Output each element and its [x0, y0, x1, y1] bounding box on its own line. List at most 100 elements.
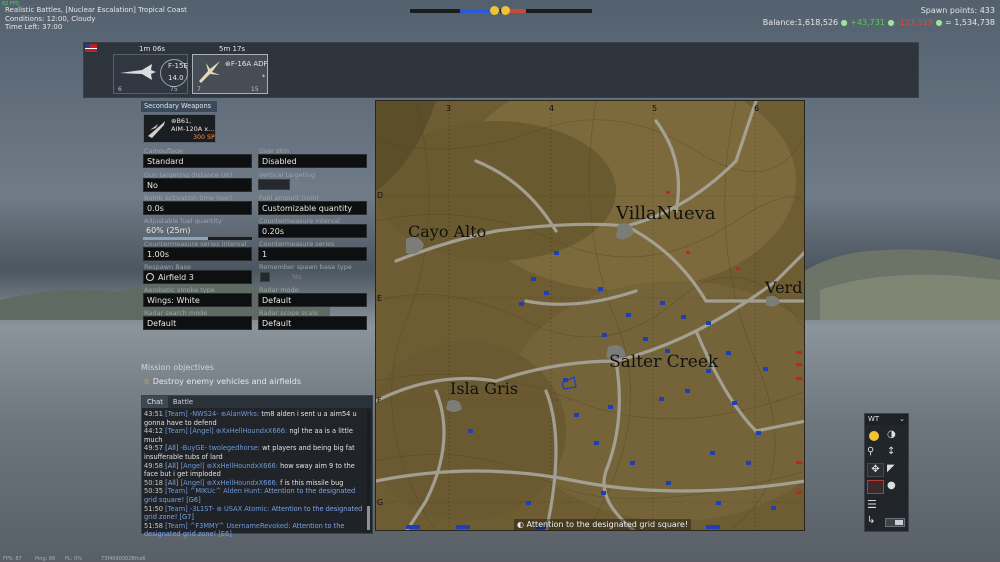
map-col-label: 3 [446, 104, 452, 113]
spawn-points-label: Spawn points: [920, 6, 978, 15]
map-terrain [376, 101, 804, 530]
resize-icon[interactable]: ↕ [887, 446, 904, 460]
chat-message: 49:57 [All] -BuyGE- twolegedhorse: wt pl… [144, 444, 364, 461]
map-control-dropdown[interactable]: WT ⌄ [865, 414, 908, 425]
map-control-title: WT [868, 415, 880, 423]
tab-battle[interactable]: Battle [170, 396, 196, 408]
chat-sender[interactable]: ^F3MMY^ UsernameRevoked: [190, 522, 290, 530]
chat-message: 44:12 [Team] [Angel] ⊛XxHellHoundxX666: … [144, 427, 364, 444]
grid-icon[interactable] [867, 480, 884, 494]
chat-channel: [All] [165, 461, 179, 470]
mission-conditions: Conditions: 12:00, Cloudy [5, 15, 96, 23]
settings-icon[interactable]: ☰ [867, 498, 884, 512]
chat-time: 51:50 [144, 504, 164, 513]
chat-message: 51:50 [Team] -3L1ST- ⊛ USAX Atomic: Atte… [144, 505, 364, 522]
smoke-type-select[interactable]: Wings: White [143, 293, 252, 307]
toggle-icon[interactable] [885, 518, 905, 527]
chat-channel: [Team] [165, 487, 188, 496]
map-row-label: F [377, 396, 382, 405]
chat-message: 50:35 [Team] ^MIKUc^ Alden Hunt: Attenti… [144, 487, 364, 504]
vehicle-count-left: 6 [118, 86, 122, 93]
weapon-slot-line2: AIM-120A x... [171, 125, 215, 133]
chat-sender[interactable]: -3L1ST- ⊛ USAX Atomic: [190, 505, 270, 513]
balance-total: = 1,534,738 [945, 18, 995, 27]
countermeasure-interval-select[interactable]: 0.20s [258, 224, 367, 238]
footer-ping: Ping: 86 [35, 556, 56, 562]
user-skin-select[interactable]: Disabled [258, 154, 367, 168]
objective-item: ☆ Destroy enemy vehicles and airfields [143, 377, 301, 386]
move-icon[interactable]: ✥ [867, 463, 884, 477]
exit-icon[interactable]: ↳ [867, 515, 884, 529]
chat-sender[interactable]: ^MIKUc^ Alden Hunt: [190, 487, 262, 495]
vehicle-timer: 1m 06s [139, 45, 166, 53]
chat-channel: [All] [165, 478, 179, 487]
chat-log: 43:51 [Team] -NWS24- ⊛AlanWrks: tm8 alde… [144, 410, 364, 539]
premium-icon: ✦ [261, 73, 267, 80]
vehicle-slot-f16a-adf[interactable]: ⊛F-16A ADF 7 15 ✦ [192, 54, 268, 94]
fuel-amount-select[interactable]: Customizable quantity [258, 201, 367, 215]
tab-chat[interactable]: Chat [142, 396, 168, 408]
vehicle-count-right: 15 [251, 86, 259, 93]
chat-channel: [Team] [165, 504, 188, 513]
respawn-base-select[interactable]: Airfield 3 [143, 270, 252, 284]
cm-series-interval-select[interactable]: 1.00s [143, 247, 252, 261]
bomb-activation-select[interactable]: 0.0s [143, 201, 252, 215]
cursor-icon[interactable]: ● [887, 480, 904, 494]
jet-icon [120, 64, 156, 80]
chat-time: 49:57 [144, 444, 164, 453]
radar-scope-select[interactable]: Default [258, 316, 367, 330]
balance-gain: +43,731 [850, 18, 885, 27]
map-row-label: G [377, 498, 384, 507]
map-place-cayo-alto: Cayo Alto [408, 222, 487, 241]
vertical-targeting-label: Vertical targeting [259, 171, 316, 179]
map-row-label: D [377, 191, 384, 200]
radar-mode-select[interactable]: Default [258, 293, 367, 307]
chat-scrollbar[interactable] [367, 410, 370, 530]
remember-spawn-label: Remember spawn base type [259, 263, 352, 271]
remember-spawn-checkbox[interactable] [260, 272, 270, 282]
chat-time: 51:58 [144, 521, 164, 530]
spawn-points: Spawn points: 433 [921, 6, 995, 15]
tactical-map[interactable]: 3 4 5 6 D E F G Cayo Alto VillaNueva Ver… [375, 100, 805, 531]
silver-icon: ● [887, 18, 895, 27]
cursor-icon[interactable]: ◤ [887, 463, 904, 477]
map-place-salter-creek: Salter Creek [609, 352, 719, 372]
chat-time: 44:12 [144, 427, 164, 436]
vehicle-slot-f15e[interactable]: F-15E 14.0 6 75 [113, 54, 188, 94]
score-bar [410, 6, 592, 15]
map-controls: WT ⌄ ◑ ⚲ ↕ ✥ ◤ ● ☰ ↳ [864, 413, 909, 532]
time-left: Time Left: 37:00 [5, 23, 63, 31]
chat-sender[interactable]: -BuyGE- twolegedhorse: [181, 444, 260, 452]
map-row-label: E [377, 294, 383, 303]
chat-sender[interactable]: [Angel] ⊛XxHellHoundxX666: [190, 427, 287, 435]
gun-targeting-select[interactable]: No [143, 178, 252, 192]
secondary-weapons-header: Secondary Weapons [141, 101, 217, 112]
chat-message: 51:58 [Team] ^F3MMY^ UsernameRevoked: At… [144, 522, 364, 539]
chat-time: 50:18 [144, 478, 164, 487]
chat-sender[interactable]: [Angel] ⊛XxHellHoundxX666: [181, 462, 278, 470]
vertical-targeting-toggle[interactable] [258, 179, 290, 190]
camouflage-select[interactable]: Standard [143, 154, 252, 168]
chat-time: 49:58 [144, 461, 164, 470]
cm-series-select[interactable]: 1 [258, 247, 367, 261]
zoom-icon[interactable]: ⚲ [867, 446, 884, 460]
weapon-slot-cost: 300 SP [193, 134, 215, 141]
secondary-weapon-slot[interactable]: ⊛B61, AIM-120A x... 300 SP [143, 114, 216, 143]
map-place-isla-gris: Isla Gris [450, 379, 519, 398]
chat-text: f is this missile bug [280, 478, 344, 487]
star-icon: ☆ [143, 377, 151, 386]
warning-icon[interactable] [867, 429, 884, 443]
map-toast: ◐ Attention to the designated grid squar… [514, 519, 692, 530]
radar-search-select[interactable]: Default [143, 316, 252, 330]
airfield-icon [146, 273, 154, 281]
chat-sender[interactable]: -NWS24- ⊛AlanWrks: [190, 410, 259, 418]
map-place-verd: Verd [765, 278, 803, 297]
contrast-icon[interactable]: ◑ [887, 429, 904, 443]
mission-title: Realistic Battles, [Nuclear Escalation] … [5, 6, 187, 14]
vehicle-timer: 5m 17s [219, 45, 246, 53]
balance-loss: -127,519 [896, 18, 933, 27]
chevron-down-icon: ⌄ [899, 415, 905, 423]
nuke-icon [490, 6, 499, 15]
chat-sender[interactable]: [Angel] ⊛XxHellHoundxX666: [181, 479, 278, 487]
vehicle-name: F-15E [168, 62, 188, 70]
